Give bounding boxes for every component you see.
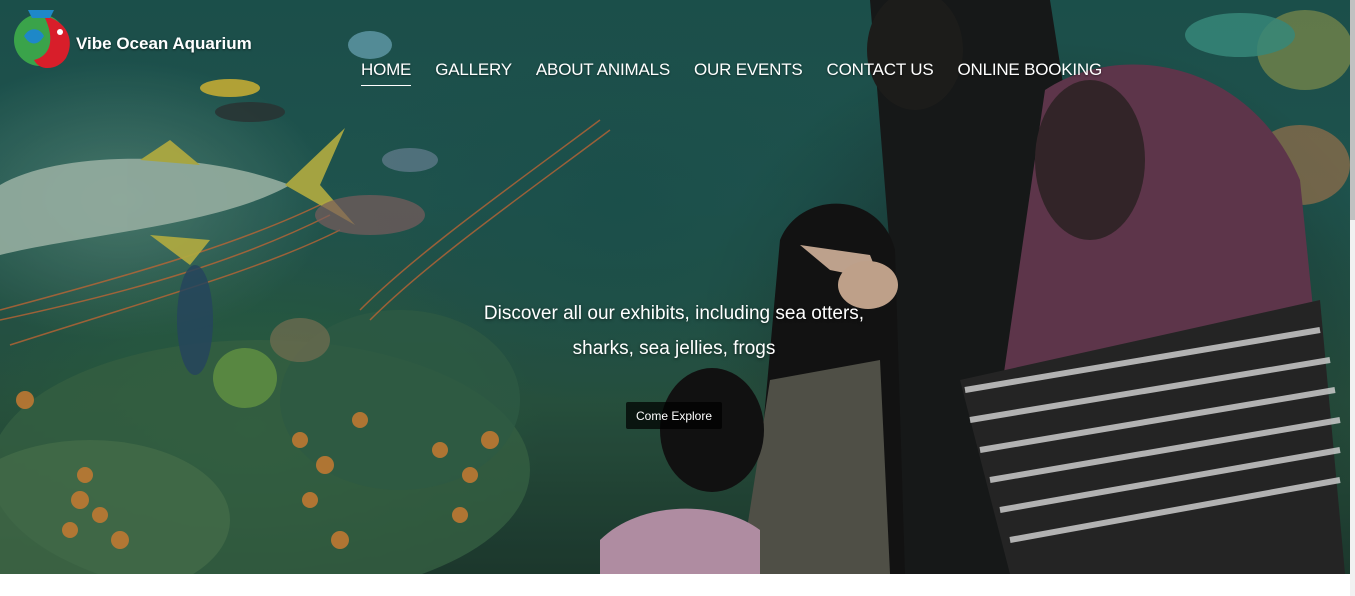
brand[interactable]: Vibe Ocean Aquarium xyxy=(10,6,252,74)
hero-tagline: Discover all our exhibits, including sea… xyxy=(483,303,865,359)
fish-logo-icon xyxy=(14,10,70,69)
nav-item-contact-us[interactable]: CONTACT US xyxy=(827,60,934,86)
scrollbar-thumb[interactable] xyxy=(1350,0,1355,220)
come-explore-button[interactable]: Come Explore xyxy=(626,402,722,429)
nav-item-about-animals[interactable]: ABOUT ANIMALS xyxy=(536,60,670,86)
main-nav: HOME GALLERY ABOUT ANIMALS OUR EVENTS CO… xyxy=(361,60,1126,86)
nav-item-home[interactable]: HOME xyxy=(361,60,412,86)
nav-item-our-events[interactable]: OUR EVENTS xyxy=(694,60,803,86)
scrollbar[interactable] xyxy=(1350,0,1355,596)
nav-item-online-booking[interactable]: ONLINE BOOKING xyxy=(957,60,1102,86)
brand-name[interactable]: Vibe Ocean Aquarium xyxy=(76,34,252,54)
page: Vibe Ocean Aquarium HOME GALLERY ABOUT A… xyxy=(0,0,1355,596)
page-below-fold xyxy=(0,574,1350,596)
hero-section: Vibe Ocean Aquarium HOME GALLERY ABOUT A… xyxy=(0,0,1350,574)
hero-background-image xyxy=(0,0,1350,574)
nav-item-gallery[interactable]: GALLERY xyxy=(435,60,512,86)
